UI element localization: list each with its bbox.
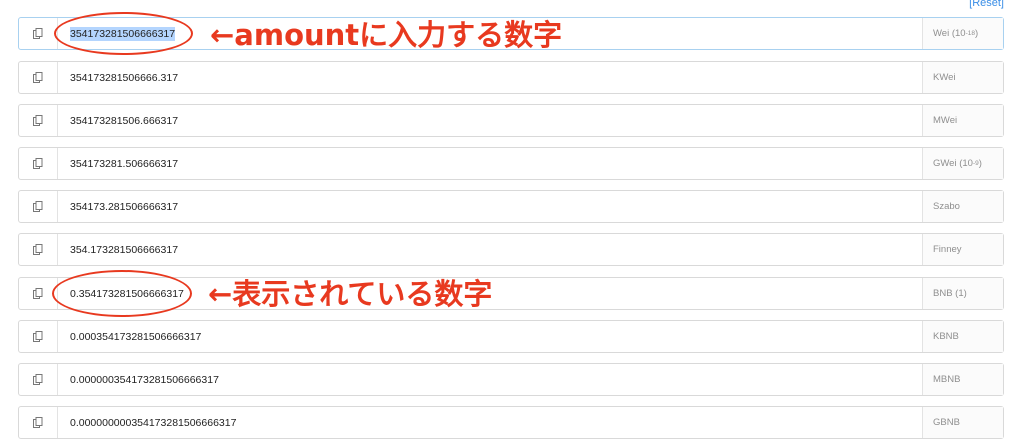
copy-icon [33, 72, 43, 83]
unit-label-wei: Wei (10 -18) [922, 18, 1003, 49]
unit-row-finney: Finney [18, 233, 1004, 266]
copy-icon [33, 28, 43, 39]
unit-label-mwei: MWei [922, 105, 1003, 136]
unit-label-bnb: BNB (1) [922, 278, 1003, 309]
unit-row-kwei: KWei [18, 61, 1004, 94]
copy-icon [33, 158, 43, 169]
annotation-amount-label: ←amountに入力する数字 [210, 18, 563, 52]
copy-icon [33, 115, 43, 126]
copy-button-gwei[interactable] [19, 148, 58, 179]
copy-icon [33, 244, 43, 255]
unit-row-gwei: GWei (10-9) [18, 147, 1004, 180]
unit-label-kwei: KWei [922, 62, 1003, 93]
amount-input-finney[interactable] [58, 234, 922, 265]
annotation-displayed-label: ←表示されている数字 [208, 277, 493, 311]
amount-input-kwei[interactable] [58, 62, 922, 93]
copy-button-mbnb[interactable] [19, 364, 58, 395]
amount-input-szabo[interactable] [58, 191, 922, 222]
amount-input-mbnb[interactable] [58, 364, 922, 395]
unit-label-gwei: GWei (10 -9) [922, 148, 1003, 179]
unit-label-kbnb: KBNB [922, 321, 1003, 352]
amount-input-mwei[interactable] [58, 105, 922, 136]
copy-button-mwei[interactable] [19, 105, 58, 136]
annotation-ellipse-amount [54, 12, 193, 55]
unit-row-kbnb: KBNB [18, 320, 1004, 353]
copy-icon [33, 374, 43, 385]
copy-button-szabo[interactable] [19, 191, 58, 222]
annotation-ellipse-displayed [52, 270, 192, 317]
unit-label-finney: Finney [922, 234, 1003, 265]
copy-button-gbnb[interactable] [19, 407, 58, 438]
copy-button-finney[interactable] [19, 234, 58, 265]
amount-input-kbnb[interactable] [58, 321, 922, 352]
unit-label-szabo: Szabo [922, 191, 1003, 222]
unit-row-gbnb: GBNB [18, 406, 1004, 439]
copy-icon [33, 288, 43, 299]
copy-button-wei[interactable] [19, 18, 58, 49]
amount-input-gwei[interactable] [58, 148, 922, 179]
reset-link[interactable]: [Reset] [969, 0, 1004, 9]
unit-label-gbnb: GBNB [922, 407, 1003, 438]
copy-icon [33, 201, 43, 212]
amount-input-gbnb[interactable] [58, 407, 922, 438]
unit-row-mbnb: MBNB [18, 363, 1004, 396]
copy-button-kwei[interactable] [19, 62, 58, 93]
unit-row-szabo: Szabo [18, 190, 1004, 223]
unit-row-mwei: MWei [18, 104, 1004, 137]
copy-button-kbnb[interactable] [19, 321, 58, 352]
copy-icon [33, 417, 43, 428]
unit-label-mbnb: MBNB [922, 364, 1003, 395]
copy-icon [33, 331, 43, 342]
